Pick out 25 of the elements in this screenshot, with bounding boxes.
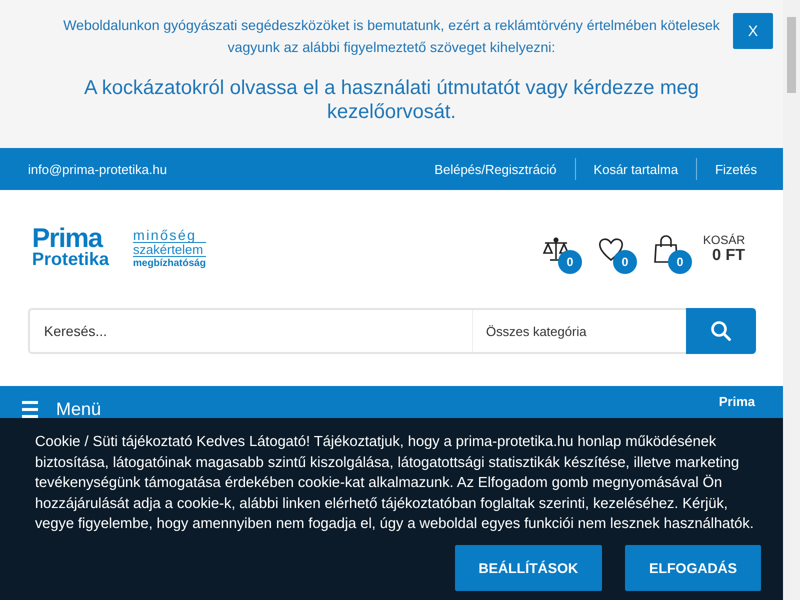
menu-button[interactable]: Menü: [22, 399, 102, 420]
top-link[interactable]: Fizetés: [697, 162, 769, 176]
category-dropdown[interactable]: Összes kategória: [472, 308, 686, 354]
search-field[interactable]: Keresés...: [28, 308, 472, 354]
tagline: minőség szakértelem megbízhatóság: [133, 228, 206, 270]
scrollbar[interactable]: [783, 0, 800, 600]
top-link[interactable]: Kosár tartalma: [576, 162, 696, 176]
warning-text: A kockázatokról olvassa el a használati útmutatót vagy kérdezze meg kezelőorvosát.: [83, 76, 700, 124]
accept-button[interactable]: ELFOGADÁS: [625, 544, 761, 590]
search-button[interactable]: [686, 308, 756, 354]
count-badge: 0: [612, 250, 637, 274]
menu-icon: [22, 401, 38, 418]
menu-logo[interactable]: Prima: [718, 394, 755, 409]
cookie-text: Cookie / Süti tájékoztató Kedves Látogató! Tájékoztatjuk, hogy a prima-protetika.hu honlap működésének biztosítása, látogatóinak magasabb szintű kiszolgálása, látogatottsági statisztikák készítése, illetve marketing tevékenységünk támogatása érdekében cookie-kat alkalmazunk. Az Elfogadom gomb megnyomásával Ön hozzájárulását adja a cookie-k, alábbi linken elérhető tájékoztatóban foglaltak szerinti, kezeléséhez. Kérjük, vegye figyelembe, hogy amennyiben nem fogadja el, úgy a weboldal egyes funkciói nem lesznek használhatók.: [35, 433, 755, 534]
search-icon: [711, 321, 731, 341]
settings-button[interactable]: BEÁLLÍTÁSOK: [454, 544, 602, 590]
cart-total: 0 FT: [712, 247, 745, 265]
close-button[interactable]: X: [733, 13, 773, 49]
notice-text: Weboldalunkon gyógyászati segédeszközöket is bemutatunk, ezért a reklámtörvény értelmében kötelesek vagyunk az alábbi figyelmeztető szöveget kihelyezni:: [62, 16, 721, 57]
count-badge: 0: [668, 250, 692, 274]
count-badge: 0: [558, 250, 582, 274]
logo[interactable]: Prima Protetika: [32, 228, 110, 270]
top-link[interactable]: Belépés/Regisztráció: [416, 162, 575, 176]
email-link[interactable]: info@prima-protetika.hu: [28, 162, 167, 176]
cart-label: KOSÁR: [702, 233, 745, 247]
